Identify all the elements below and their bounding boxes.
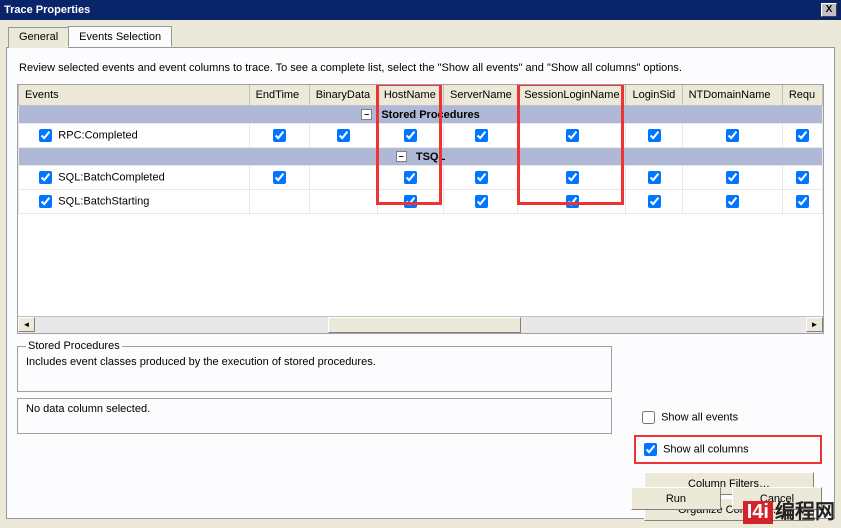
watermark-logo: I4i [743, 501, 773, 524]
panel-description: Review selected events and event columns… [19, 62, 824, 74]
cell-checkbox[interactable] [273, 129, 286, 142]
cell-checkbox[interactable] [796, 171, 809, 184]
event-info-legend: Stored Procedures [26, 340, 122, 352]
event-checkbox[interactable] [39, 129, 52, 142]
cell-checkbox[interactable] [475, 195, 488, 208]
event-checkbox[interactable] [39, 195, 52, 208]
collapse-icon[interactable]: – [361, 109, 372, 120]
event-info-text: Includes event classes produced by the e… [26, 356, 376, 368]
cell-checkbox[interactable] [726, 171, 739, 184]
cell-checkbox[interactable] [726, 129, 739, 142]
cell-checkbox[interactable] [648, 129, 661, 142]
cell-checkbox[interactable] [648, 195, 661, 208]
event-row-batchcompleted: SQL:BatchCompleted [19, 166, 823, 190]
run-button[interactable]: Run [631, 487, 721, 510]
collapse-icon[interactable]: – [396, 151, 407, 162]
show-all-columns-label: Show all columns [663, 443, 749, 455]
cell-checkbox[interactable] [337, 129, 350, 142]
tab-general[interactable]: General [8, 27, 69, 48]
cell-checkbox[interactable] [648, 171, 661, 184]
cell-checkbox[interactable] [273, 171, 286, 184]
events-grid: Events EndTime BinaryData HostName Serve… [17, 84, 824, 334]
col-endtime[interactable]: EndTime [249, 85, 309, 106]
scroll-right-button[interactable]: ► [806, 317, 823, 332]
column-info-fieldset: No data column selected. [17, 398, 612, 434]
horizontal-scrollbar[interactable]: ◄ ► [18, 316, 823, 333]
event-label: SQL:BatchStarting [58, 195, 149, 207]
cell-checkbox[interactable] [796, 195, 809, 208]
category-tsql: – TSQL [19, 148, 823, 166]
show-all-events-label: Show all events [661, 411, 738, 423]
cell-checkbox[interactable] [796, 129, 809, 142]
header-row: Events EndTime BinaryData HostName Serve… [19, 85, 823, 106]
category-stored-procedures: – Stored Procedures [19, 106, 823, 124]
tab-strip: General Events Selection [8, 26, 841, 47]
cell-checkbox[interactable] [566, 195, 579, 208]
cell-checkbox[interactable] [475, 171, 488, 184]
cell-checkbox[interactable] [726, 195, 739, 208]
col-events[interactable]: Events [19, 85, 250, 106]
col-hostname[interactable]: HostName [377, 85, 443, 106]
col-sessionloginname[interactable]: SessionLoginName [518, 85, 626, 106]
category-label: Stored Procedures [381, 109, 479, 121]
show-all-events-checkbox[interactable] [642, 411, 655, 424]
col-servername[interactable]: ServerName [444, 85, 518, 106]
col-ntdomainname[interactable]: NTDomainName [682, 85, 782, 106]
event-row-batchstarting: SQL:BatchStarting [19, 190, 823, 214]
column-info-text: No data column selected. [26, 403, 150, 415]
scroll-track[interactable] [35, 317, 806, 333]
event-label: SQL:BatchCompleted [58, 171, 164, 183]
col-loginsid[interactable]: LoginSid [626, 85, 682, 106]
scroll-left-button[interactable]: ◄ [18, 317, 35, 332]
event-row-rpc: RPC:Completed [19, 124, 823, 148]
show-all-columns-checkbox[interactable] [644, 443, 657, 456]
col-request[interactable]: Requ [782, 85, 822, 106]
scroll-thumb[interactable] [328, 317, 521, 333]
events-panel: Review selected events and event columns… [6, 47, 835, 519]
window-title: Trace Properties [4, 4, 821, 16]
watermark-text: 编程网 [775, 501, 835, 523]
cell-checkbox[interactable] [566, 129, 579, 142]
tab-events-selection[interactable]: Events Selection [68, 26, 172, 47]
close-button[interactable]: X [821, 3, 837, 17]
cell-checkbox[interactable] [404, 129, 417, 142]
col-binarydata[interactable]: BinaryData [309, 85, 377, 106]
title-bar: Trace Properties X [0, 0, 841, 20]
cell-checkbox[interactable] [475, 129, 488, 142]
event-info-fieldset: Stored Procedures Includes event classes… [17, 340, 612, 392]
event-checkbox[interactable] [39, 171, 52, 184]
cell-checkbox[interactable] [404, 195, 417, 208]
cell-checkbox[interactable] [566, 171, 579, 184]
watermark: I4i编程网 [743, 495, 835, 524]
category-label: TSQL [416, 151, 445, 163]
event-label: RPC:Completed [58, 129, 137, 141]
cell-checkbox[interactable] [404, 171, 417, 184]
